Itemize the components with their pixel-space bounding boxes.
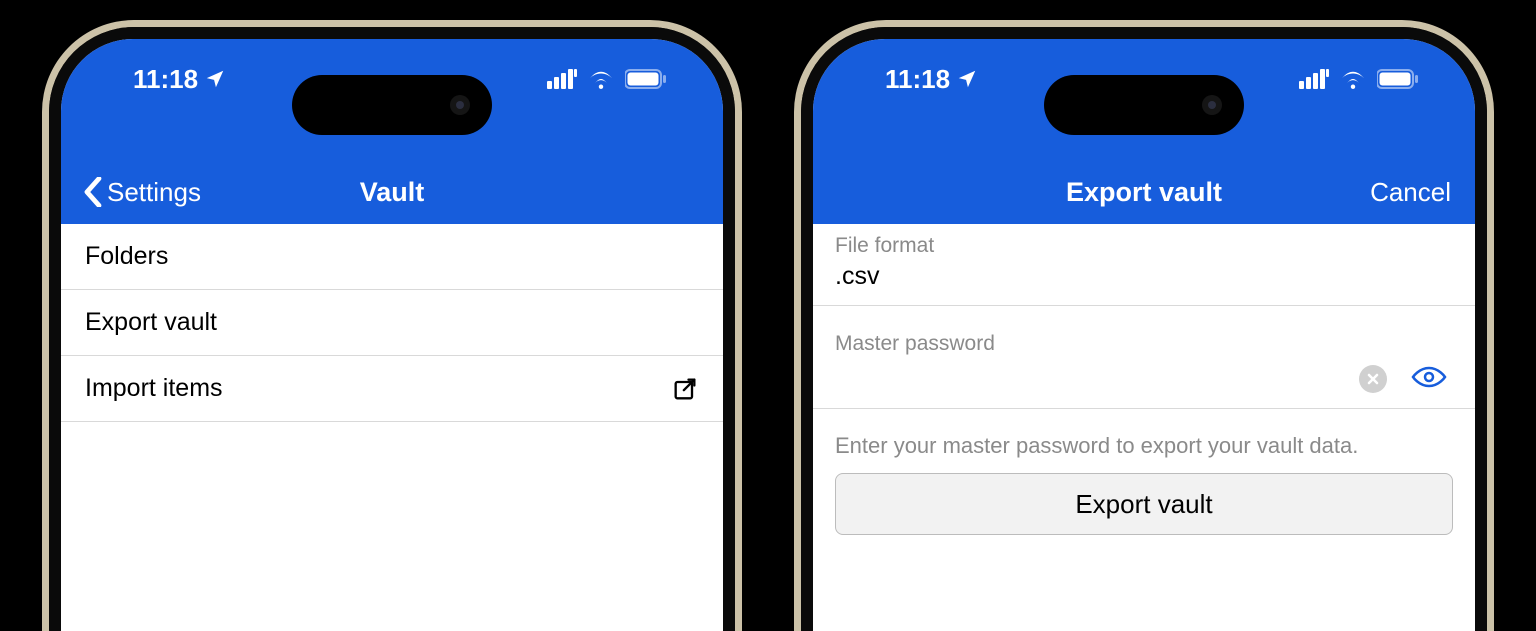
eye-icon [1411, 365, 1447, 389]
wifi-icon [1339, 69, 1367, 89]
file-format-value: .csv [835, 260, 1453, 299]
row-label: Folders [85, 242, 168, 271]
screen-vault-settings: 11:18 [61, 39, 723, 631]
dynamic-island [292, 75, 492, 135]
phone-frame-right: 11:18 Ex [794, 20, 1494, 631]
content-list: Folders Export vault Import items [61, 224, 723, 422]
helper-text: Enter your master password to export you… [813, 409, 1475, 473]
file-format-label: File format [835, 234, 1453, 258]
back-button[interactable]: Settings [83, 177, 201, 208]
master-password-section: Master password [813, 306, 1475, 409]
export-vault-button[interactable]: Export vault [835, 473, 1453, 535]
screen-export-vault: 11:18 Ex [813, 39, 1475, 631]
nav-bar: Settings Vault [61, 160, 723, 224]
dynamic-island [1044, 75, 1244, 135]
close-icon [1366, 372, 1380, 386]
chevron-left-icon [83, 177, 103, 207]
nav-bar: Export vault Cancel [813, 160, 1475, 224]
content-form: File format .csv Master password [813, 224, 1475, 535]
phone-frame-left: 11:18 [42, 20, 742, 631]
page-title: Export vault [1066, 177, 1222, 208]
wifi-icon [587, 69, 615, 89]
battery-icon [625, 69, 667, 89]
row-label: Export vault [85, 308, 217, 337]
battery-icon [1377, 69, 1419, 89]
status-time: 11:18 [133, 64, 198, 95]
location-arrow-icon [204, 68, 226, 90]
export-button-label: Export vault [1075, 489, 1212, 520]
status-time: 11:18 [885, 64, 950, 95]
file-format-section[interactable]: File format .csv [813, 224, 1475, 306]
row-import-items[interactable]: Import items [61, 356, 723, 422]
back-label: Settings [107, 177, 201, 208]
cellular-signal-icon [547, 69, 577, 89]
cancel-button[interactable]: Cancel [1370, 177, 1451, 208]
master-password-input[interactable] [835, 362, 1341, 396]
master-password-label: Master password [835, 332, 1453, 356]
page-title: Vault [360, 177, 425, 208]
toggle-password-visibility-button[interactable] [1405, 363, 1453, 396]
external-link-icon [671, 375, 699, 403]
row-label: Import items [85, 374, 223, 403]
row-export-vault[interactable]: Export vault [61, 290, 723, 356]
clear-input-button[interactable] [1359, 365, 1387, 393]
row-folders[interactable]: Folders [61, 224, 723, 290]
cellular-signal-icon [1299, 69, 1329, 89]
location-arrow-icon [956, 68, 978, 90]
